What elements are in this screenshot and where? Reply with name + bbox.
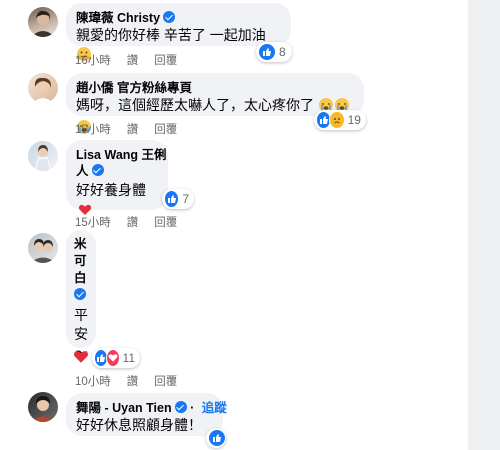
reply-action[interactable]: 回覆	[154, 376, 177, 388]
comment-meta: 15小時 讚 回覆	[75, 214, 193, 230]
comment-bubble: 舞陽 - Uyan Tien · 追蹤 好好休息照顧身體！	[66, 393, 227, 436]
comment-meta: 10小時 讚 回覆	[75, 373, 193, 389]
commenter-name[interactable]: 舞陽 - Uyan Tien · 追蹤	[76, 400, 227, 416]
reaction-count: 8	[279, 45, 286, 59]
verified-badge-icon	[174, 401, 187, 413]
reaction-count: 11	[122, 351, 135, 365]
verified-badge-icon	[74, 288, 86, 300]
comment-meta: 15小時 讚 回覆	[75, 121, 193, 137]
commenter-name[interactable]: Lisa Wang 王俐人	[76, 147, 167, 179]
like-reaction-icon	[208, 429, 226, 447]
avatar[interactable]	[28, 392, 58, 422]
follow-button[interactable]: 追蹤	[202, 401, 227, 415]
comment-bubble: 米可白 平安～	[66, 230, 96, 361]
reaction-summary[interactable]: 19	[314, 110, 366, 130]
red-heart-emoji-icon	[73, 349, 89, 370]
comment-bubble: 趙小僑 官方粉絲專頁 媽呀，這個經歷太嚇人了，太心疼你了	[66, 73, 364, 134]
reaction-summary[interactable]: 11	[92, 348, 140, 368]
avatar[interactable]	[28, 141, 58, 171]
love-reaction-icon	[105, 349, 120, 367]
reaction-summary[interactable]	[206, 428, 226, 448]
sad-reaction-icon	[329, 111, 345, 129]
reaction-count: 7	[182, 192, 189, 206]
avatar[interactable]	[28, 73, 58, 103]
timestamp[interactable]: 10小時	[75, 376, 111, 388]
reaction-summary[interactable]: 8	[256, 42, 292, 62]
reply-action[interactable]: 回覆	[154, 217, 177, 229]
avatar[interactable]	[28, 233, 58, 263]
verified-badge-icon	[91, 164, 104, 176]
reply-action[interactable]: 回覆	[154, 55, 177, 67]
reaction-count: 19	[347, 113, 361, 127]
comment-meta: 16小時 讚 回覆	[75, 52, 193, 68]
comment-text: 好好休息照顧身體！	[76, 417, 202, 433]
avatar[interactable]	[28, 7, 58, 37]
scroll-gutter	[468, 0, 500, 450]
verified-badge-icon	[163, 11, 176, 23]
like-action[interactable]: 讚	[127, 55, 139, 67]
comment-bubble: Lisa Wang 王俐人 好好養身體	[66, 140, 168, 215]
timestamp[interactable]: 15小時	[75, 124, 111, 136]
reply-action[interactable]: 回覆	[154, 124, 177, 136]
like-reaction-icon	[164, 190, 180, 208]
commenter-name[interactable]: 趙小僑 官方粉絲專頁	[76, 80, 354, 96]
comment-bubble: 陳瑋薇 Christy 親愛的你好棒 辛苦了 一起加油	[66, 3, 291, 61]
commenter-name[interactable]: 米可白	[74, 236, 88, 304]
like-action[interactable]: 讚	[127, 376, 139, 388]
like-reaction-icon	[258, 43, 276, 61]
timestamp[interactable]: 16小時	[75, 55, 111, 67]
like-action[interactable]: 讚	[127, 217, 139, 229]
reaction-summary[interactable]: 7	[162, 189, 194, 209]
timestamp[interactable]: 15小時	[75, 217, 111, 229]
like-action[interactable]: 讚	[127, 124, 139, 136]
commenter-name[interactable]: 陳瑋薇 Christy	[76, 10, 281, 26]
